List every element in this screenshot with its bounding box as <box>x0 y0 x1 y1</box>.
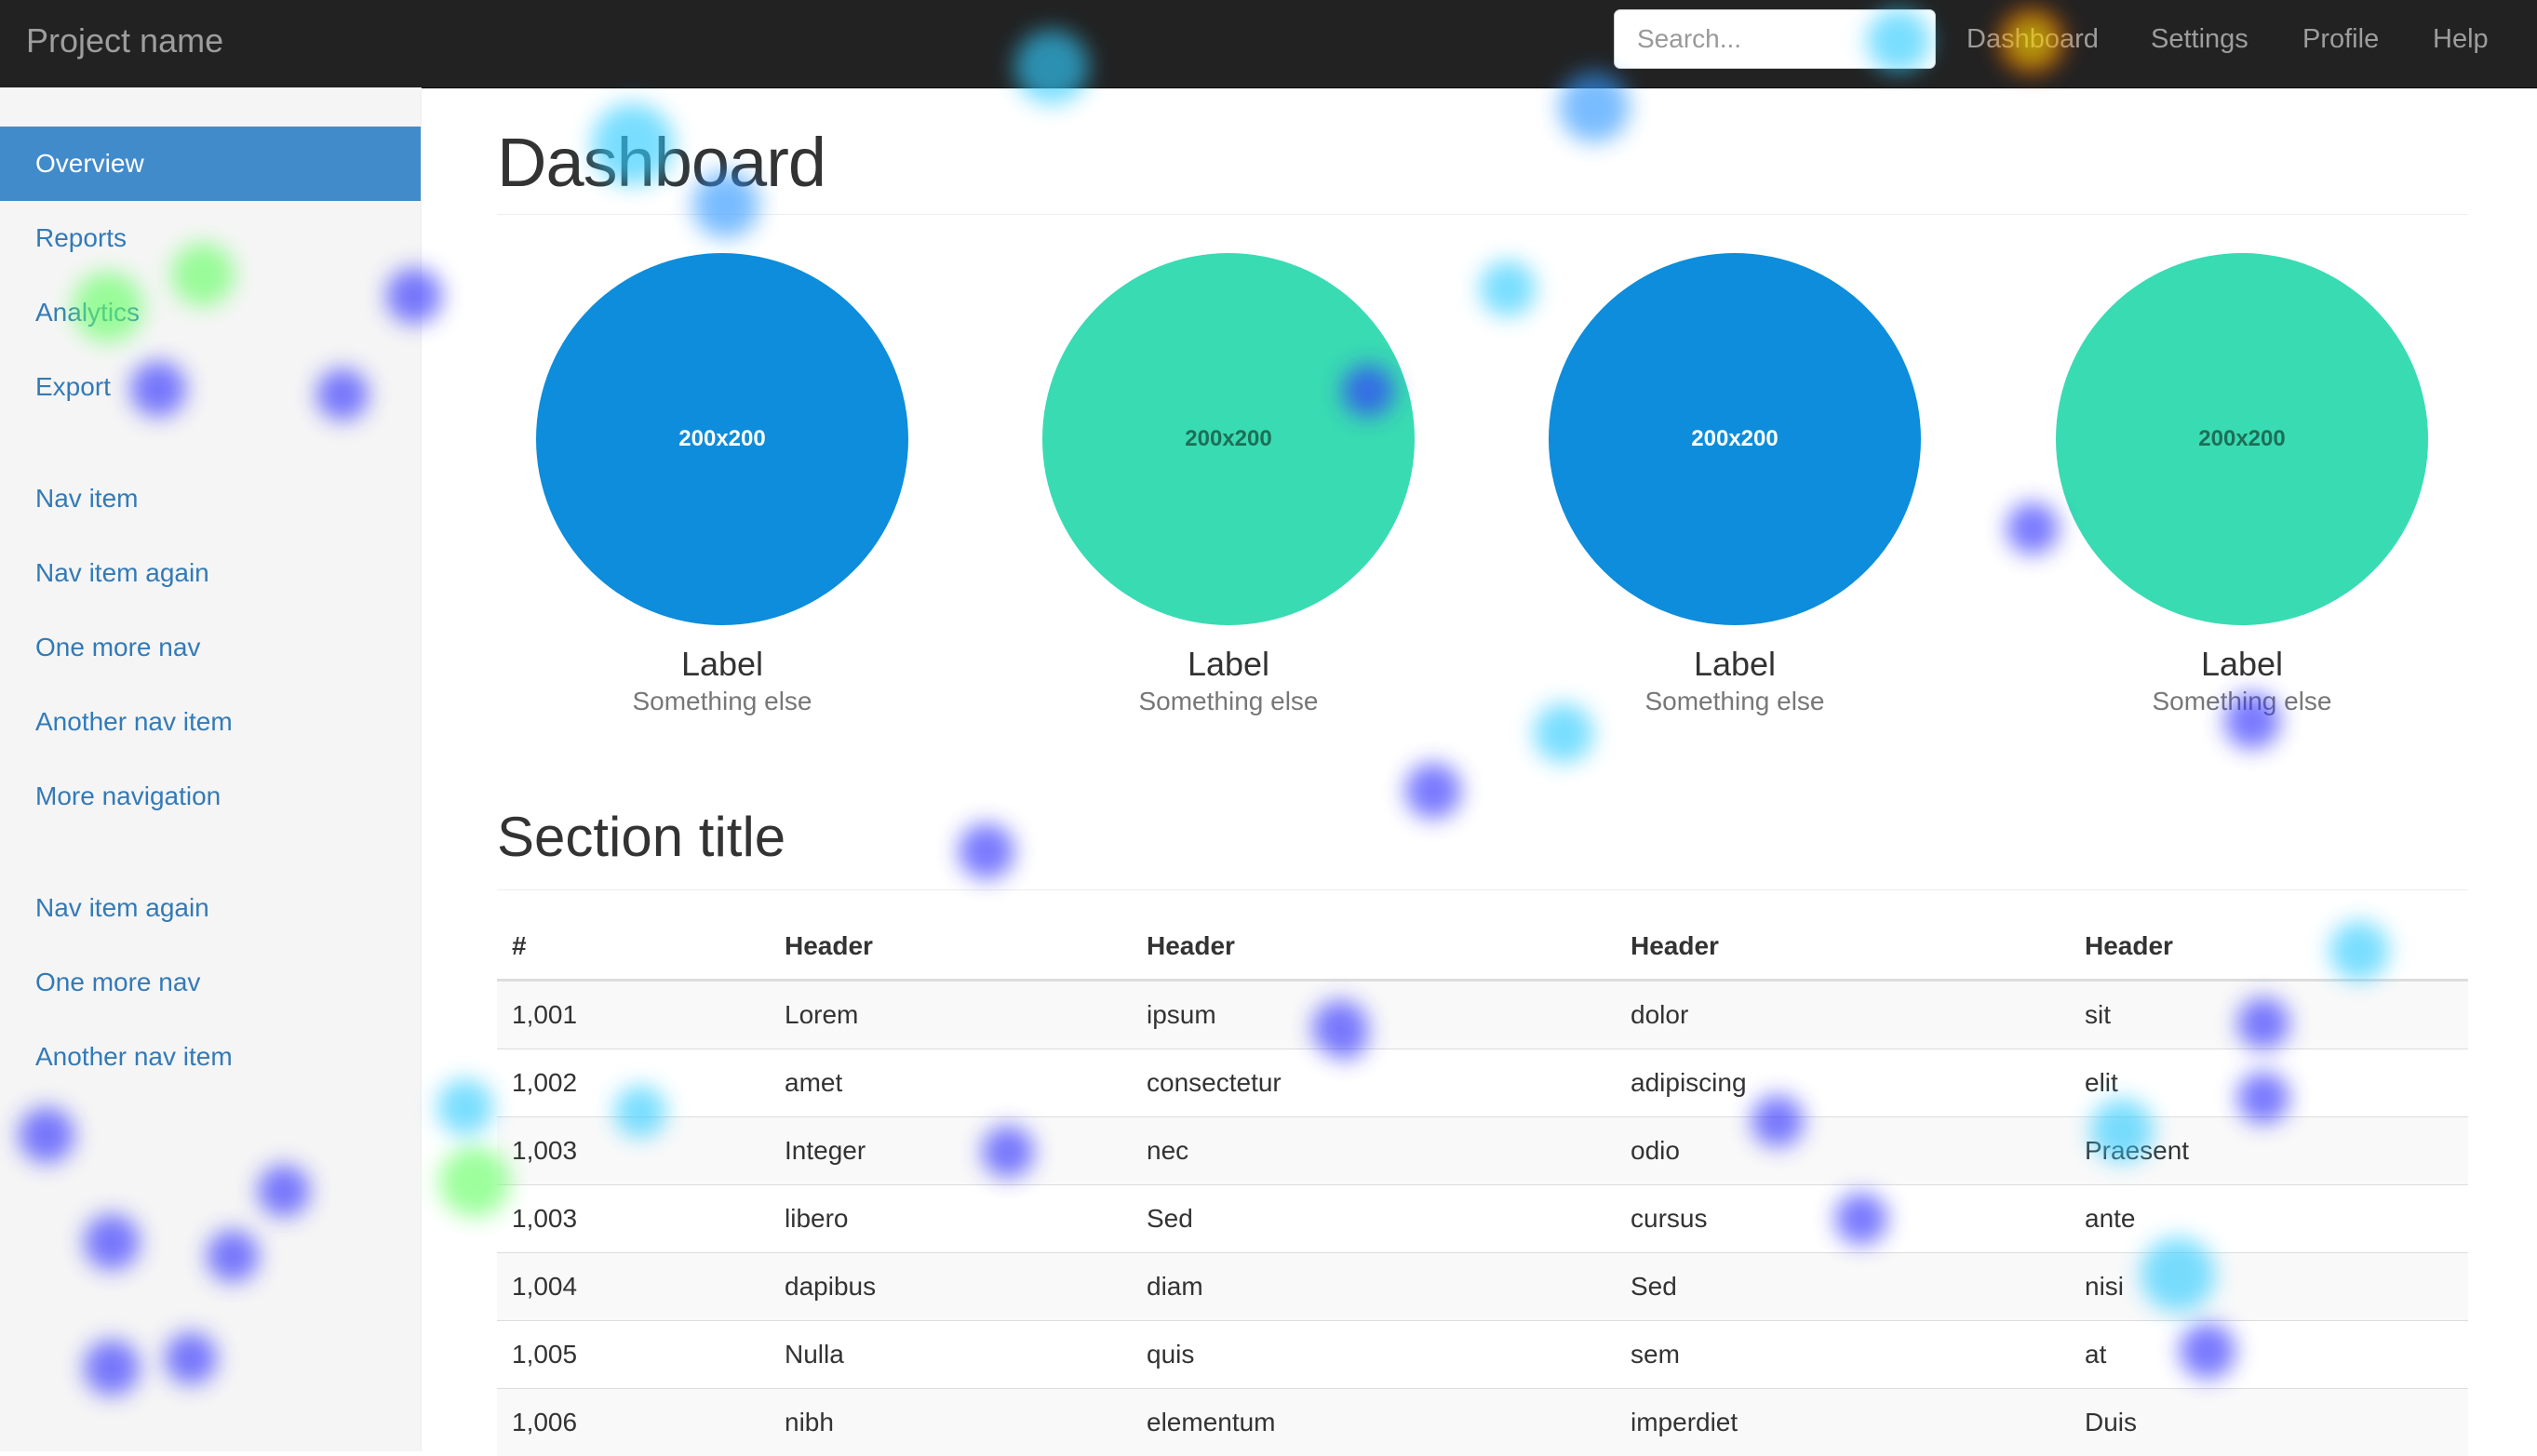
sidebar-item-one-more-nav-2[interactable]: One more nav <box>0 945 421 1020</box>
brand-link[interactable]: Project name <box>26 17 223 65</box>
table-cell: 1,004 <box>497 1253 770 1321</box>
table-cell: Sed <box>1616 1253 2070 1321</box>
table-row: 1,005 Nulla quis sem at <box>497 1321 2468 1389</box>
table-cell: libero <box>770 1185 1132 1253</box>
placeholder-image: 200x200 <box>2056 253 2428 625</box>
nav-link-profile[interactable]: Profile <box>2302 24 2379 55</box>
table-cell: consectetur <box>1132 1049 1616 1117</box>
placeholder-image-text: 200x200 <box>2198 426 2285 452</box>
table-cell: 1,006 <box>497 1389 770 1456</box>
placeholder-caption: Something else <box>2056 685 2428 718</box>
table-header-row: # Header Header Header Header <box>497 914 2468 981</box>
sidebar-item-overview[interactable]: Overview <box>0 127 421 201</box>
table-cell: sit <box>2070 981 2468 1049</box>
placeholder-caption: Something else <box>1042 685 1415 718</box>
table-row: 1,006 nibh elementum imperdiet Duis <box>497 1389 2468 1456</box>
placeholder-image: 200x200 <box>536 253 908 625</box>
placeholder-card: 200x200 Label Something else <box>1549 253 1921 718</box>
table-cell: cursus <box>1616 1185 2070 1253</box>
table-cell: 1,001 <box>497 981 770 1049</box>
table-cell: elit <box>2070 1049 2468 1117</box>
table-cell: 1,005 <box>497 1321 770 1389</box>
sidebar-item-another-nav-item-2[interactable]: Another nav item <box>0 1020 421 1094</box>
placeholder-card: 200x200 Label Something else <box>536 253 908 718</box>
placeholder-label: Label <box>1042 644 1415 685</box>
sidebar-item-analytics[interactable]: Analytics <box>0 275 421 350</box>
column-header-number: # <box>497 914 770 981</box>
placeholder-caption: Something else <box>536 685 908 718</box>
placeholder-image-text: 200x200 <box>678 426 765 452</box>
table-cell: amet <box>770 1049 1132 1117</box>
section-title: Section title <box>497 798 785 876</box>
placeholder-image: 200x200 <box>1042 253 1415 625</box>
placeholder-card: 200x200 Label Something else <box>2056 253 2428 718</box>
table-cell: adipiscing <box>1616 1049 2070 1117</box>
table-cell: at <box>2070 1321 2468 1389</box>
sidebar-item-nav-item[interactable]: Nav item <box>0 461 421 536</box>
placeholder-caption: Something else <box>1549 685 1921 718</box>
table-cell: quis <box>1132 1321 1616 1389</box>
table-cell: elementum <box>1132 1389 1616 1456</box>
sidebar-item-one-more-nav[interactable]: One more nav <box>0 610 421 685</box>
table-cell: 1,003 <box>497 1185 770 1253</box>
nav-link-settings[interactable]: Settings <box>2151 24 2248 55</box>
placeholder-image-text: 200x200 <box>1185 426 1271 452</box>
table-cell: nec <box>1132 1117 1616 1185</box>
table-cell: sem <box>1616 1321 2070 1389</box>
column-header: Header <box>1132 914 1616 981</box>
table-cell: Duis <box>2070 1389 2468 1456</box>
table-cell: ipsum <box>1132 981 1616 1049</box>
table-cell: 1,003 <box>497 1117 770 1185</box>
sidebar: Overview Reports Analytics Export Nav it… <box>0 87 422 1451</box>
table-row: 1,001 Lorem ipsum dolor sit <box>497 981 2468 1049</box>
table-row: 1,002 amet consectetur adipiscing elit <box>497 1049 2468 1117</box>
sidebar-item-reports[interactable]: Reports <box>0 201 421 275</box>
placeholder-label: Label <box>536 644 908 685</box>
top-navbar: Project name Dashboard Settings Profile … <box>0 0 2537 88</box>
sidebar-item-nav-item-again[interactable]: Nav item again <box>0 536 421 610</box>
table-row: 1,003 libero Sed cursus ante <box>497 1185 2468 1253</box>
sidebar-item-another-nav-item[interactable]: Another nav item <box>0 685 421 759</box>
placeholder-card: 200x200 Label Something else <box>1042 253 1415 718</box>
placeholder-image: 200x200 <box>1549 253 1921 625</box>
column-header: Header <box>1616 914 2070 981</box>
sidebar-item-more-navigation[interactable]: More navigation <box>0 759 421 834</box>
table-cell: dolor <box>1616 981 2070 1049</box>
table-cell: dapibus <box>770 1253 1132 1321</box>
table-cell: 1,002 <box>497 1049 770 1117</box>
nav-link-dashboard[interactable]: Dashboard <box>1967 24 2099 55</box>
section-divider <box>497 889 2468 890</box>
placeholder-label: Label <box>2056 644 2428 685</box>
page-title: Dashboard <box>497 119 826 207</box>
nav-link-help[interactable]: Help <box>2433 24 2489 55</box>
table-cell: Lorem <box>770 981 1132 1049</box>
table-cell: Nulla <box>770 1321 1132 1389</box>
column-header: Header <box>770 914 1132 981</box>
search-input[interactable] <box>1614 9 1936 69</box>
data-table: # Header Header Header Header 1,001 Lore… <box>497 914 2468 1456</box>
column-header: Header <box>2070 914 2468 981</box>
table-cell: imperdiet <box>1616 1389 2070 1456</box>
table-cell: diam <box>1132 1253 1616 1321</box>
sidebar-item-export[interactable]: Export <box>0 350 421 424</box>
table-cell: nibh <box>770 1389 1132 1456</box>
table-cell: nisi <box>2070 1253 2468 1321</box>
placeholder-image-text: 200x200 <box>1691 426 1778 452</box>
table-cell: ante <box>2070 1185 2468 1253</box>
table-cell: odio <box>1616 1117 2070 1185</box>
table-cell: Praesent <box>2070 1117 2468 1185</box>
placeholder-label: Label <box>1549 644 1921 685</box>
table-row: 1,004 dapibus diam Sed nisi <box>497 1253 2468 1321</box>
sidebar-item-nav-item-again-2[interactable]: Nav item again <box>0 871 421 945</box>
table-cell: Sed <box>1132 1185 1616 1253</box>
title-divider <box>497 214 2468 215</box>
table-cell: Integer <box>770 1117 1132 1185</box>
table-row: 1,003 Integer nec odio Praesent <box>497 1117 2468 1185</box>
